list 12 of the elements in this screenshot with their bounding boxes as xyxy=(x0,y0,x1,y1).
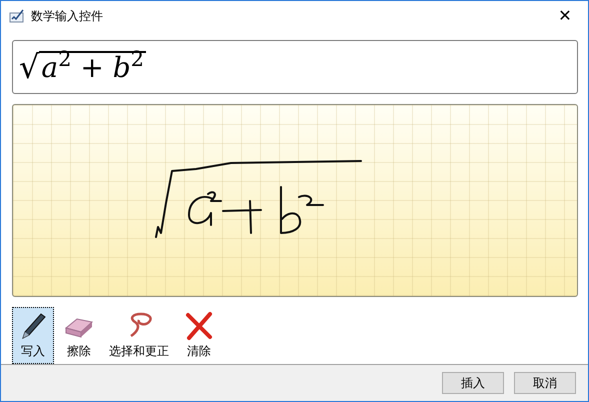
app-icon xyxy=(9,9,25,23)
dialog-button[interactable]: 取消 xyxy=(514,372,576,394)
writing-pad[interactable] xyxy=(12,104,578,297)
tool-button[interactable]: 选择和更正 xyxy=(104,307,174,364)
window-title: 数学输入控件 xyxy=(31,8,104,25)
radical-sign: √ xyxy=(19,51,40,83)
tool-button[interactable]: 擦除 xyxy=(58,307,100,364)
dialog-button[interactable]: 插入 xyxy=(442,372,504,394)
tool-button[interactable]: 写入 xyxy=(12,307,54,364)
cross-icon xyxy=(183,310,215,342)
tool-button[interactable]: 清除 xyxy=(178,307,220,364)
close-button[interactable]: ✕ xyxy=(550,8,580,24)
